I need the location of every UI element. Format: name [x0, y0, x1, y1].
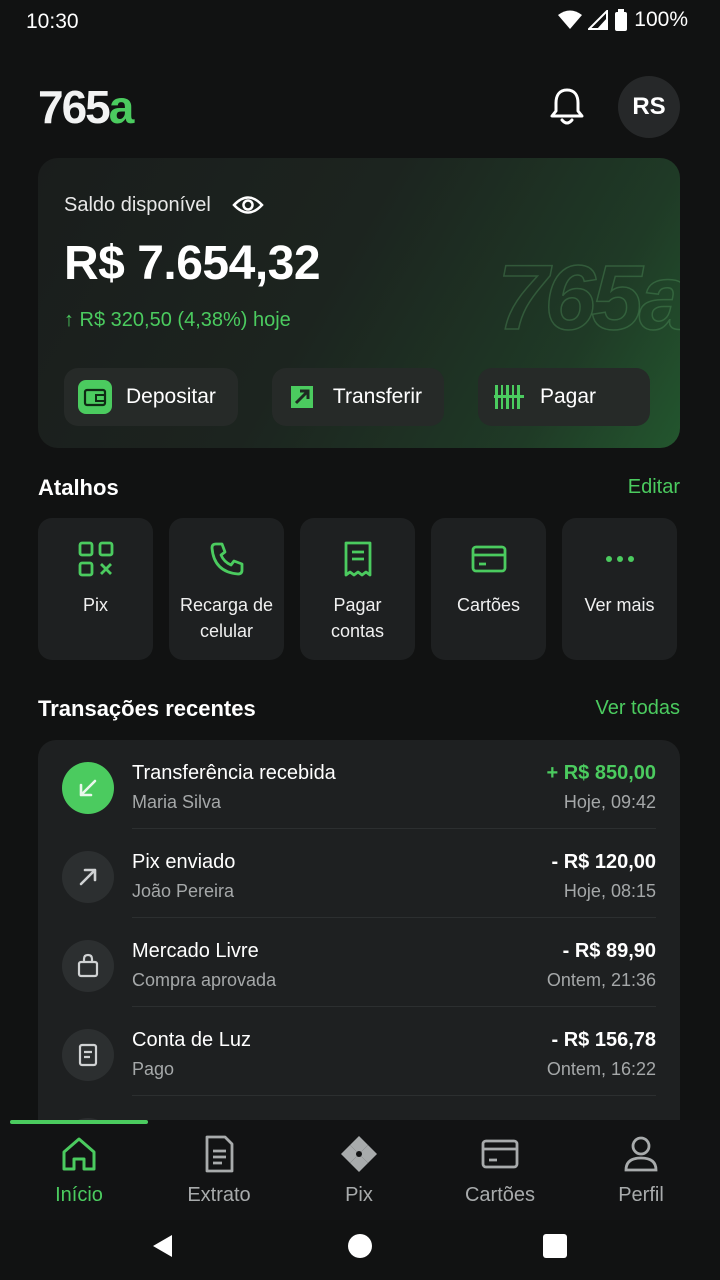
card-icon [471, 545, 506, 573]
more-icon [605, 556, 634, 562]
signal-icon [588, 10, 609, 30]
active-tab-indicator [10, 1120, 148, 1124]
balance-amount: R$ 7.654,32 [64, 237, 321, 290]
app-logo: 765a [38, 81, 134, 133]
shortcut-pix[interactable]: Pix [38, 518, 153, 660]
wifi-icon [558, 10, 583, 29]
phone-icon [210, 542, 243, 576]
transfer-icon [286, 380, 319, 414]
statement-icon [205, 1135, 234, 1173]
notification-bell-icon[interactable] [545, 84, 589, 128]
edit-shortcuts-link[interactable]: Editar [628, 476, 680, 499]
nav-cards[interactable]: Cartões [430, 1134, 570, 1207]
user-avatar[interactable]: RS [618, 76, 680, 138]
home-icon [62, 1137, 96, 1171]
system-navigation-bar [0, 1220, 720, 1280]
shortcut-more[interactable]: Ver mais [562, 518, 677, 660]
transactions-title: Transações recentes [38, 696, 256, 721]
balance-label: Saldo disponível [64, 194, 211, 216]
shortcuts-title: Atalhos [38, 475, 119, 500]
transaction-row[interactable]: Transferência recebida Maria Silva + R$ … [38, 740, 680, 829]
nav-pix[interactable]: Pix [289, 1134, 429, 1207]
back-icon[interactable] [150, 1233, 176, 1259]
transaction-row[interactable]: Conta de Luz Pago - R$ 156,78 Ontem, 16:… [38, 1007, 680, 1096]
deposit-button[interactable]: Depositar [64, 368, 238, 426]
app-header: 765a RS [0, 70, 720, 142]
bottom-navigation: Início Extrato Pix Cartões Perfil [0, 1120, 720, 1220]
arrow-up-right-icon [62, 851, 114, 903]
bill-icon [62, 1029, 114, 1081]
pay-button[interactable]: Pagar [478, 368, 650, 426]
nav-profile[interactable]: Perfil [571, 1134, 711, 1207]
transaction-row[interactable]: Mercado Livre Compra aprovada - R$ 89,90… [38, 918, 680, 1007]
person-icon [624, 1136, 658, 1172]
barcode-icon [492, 380, 526, 414]
nav-statement[interactable]: Extrato [149, 1134, 289, 1207]
eye-icon[interactable] [232, 192, 264, 218]
card-icon [481, 1139, 519, 1169]
battery-icon [615, 9, 628, 31]
battery-level: 100% [634, 8, 688, 31]
pix-qr-icon [78, 541, 113, 577]
nav-home[interactable]: Início [9, 1134, 149, 1207]
receipt-icon [344, 541, 371, 577]
shortcuts-grid: Pix Recarga de celular Pagar contas Cart… [38, 518, 677, 660]
transfer-button[interactable]: Transferir [272, 368, 444, 426]
balance-card: 765a Saldo disponível R$ 7.654,32 ↑ R$ 3… [38, 158, 680, 448]
status-time: 10:30 [26, 10, 79, 33]
home-circle-icon[interactable] [347, 1233, 373, 1259]
see-all-transactions-link[interactable]: Ver todas [595, 697, 680, 720]
shortcut-cards[interactable]: Cartões [431, 518, 546, 660]
arrow-down-left-icon [62, 762, 114, 814]
wallet-icon [78, 380, 112, 414]
watermark-logo: 765a [497, 246, 680, 350]
shopping-bag-icon [62, 940, 114, 992]
balance-change: ↑ R$ 320,50 (4,38%) hoje [64, 309, 291, 331]
transaction-row[interactable]: Pix enviado João Pereira - R$ 120,00 Hoj… [38, 829, 680, 918]
shortcut-pay-bills[interactable]: Pagar contas [300, 518, 415, 660]
pix-icon [341, 1136, 377, 1172]
recents-icon[interactable] [542, 1233, 568, 1259]
transactions-list: Transferência recebida Maria Silva + R$ … [38, 740, 680, 1140]
status-bar: 10:30 100% [0, 0, 720, 44]
shortcut-phone-recharge[interactable]: Recarga de celular [169, 518, 284, 660]
